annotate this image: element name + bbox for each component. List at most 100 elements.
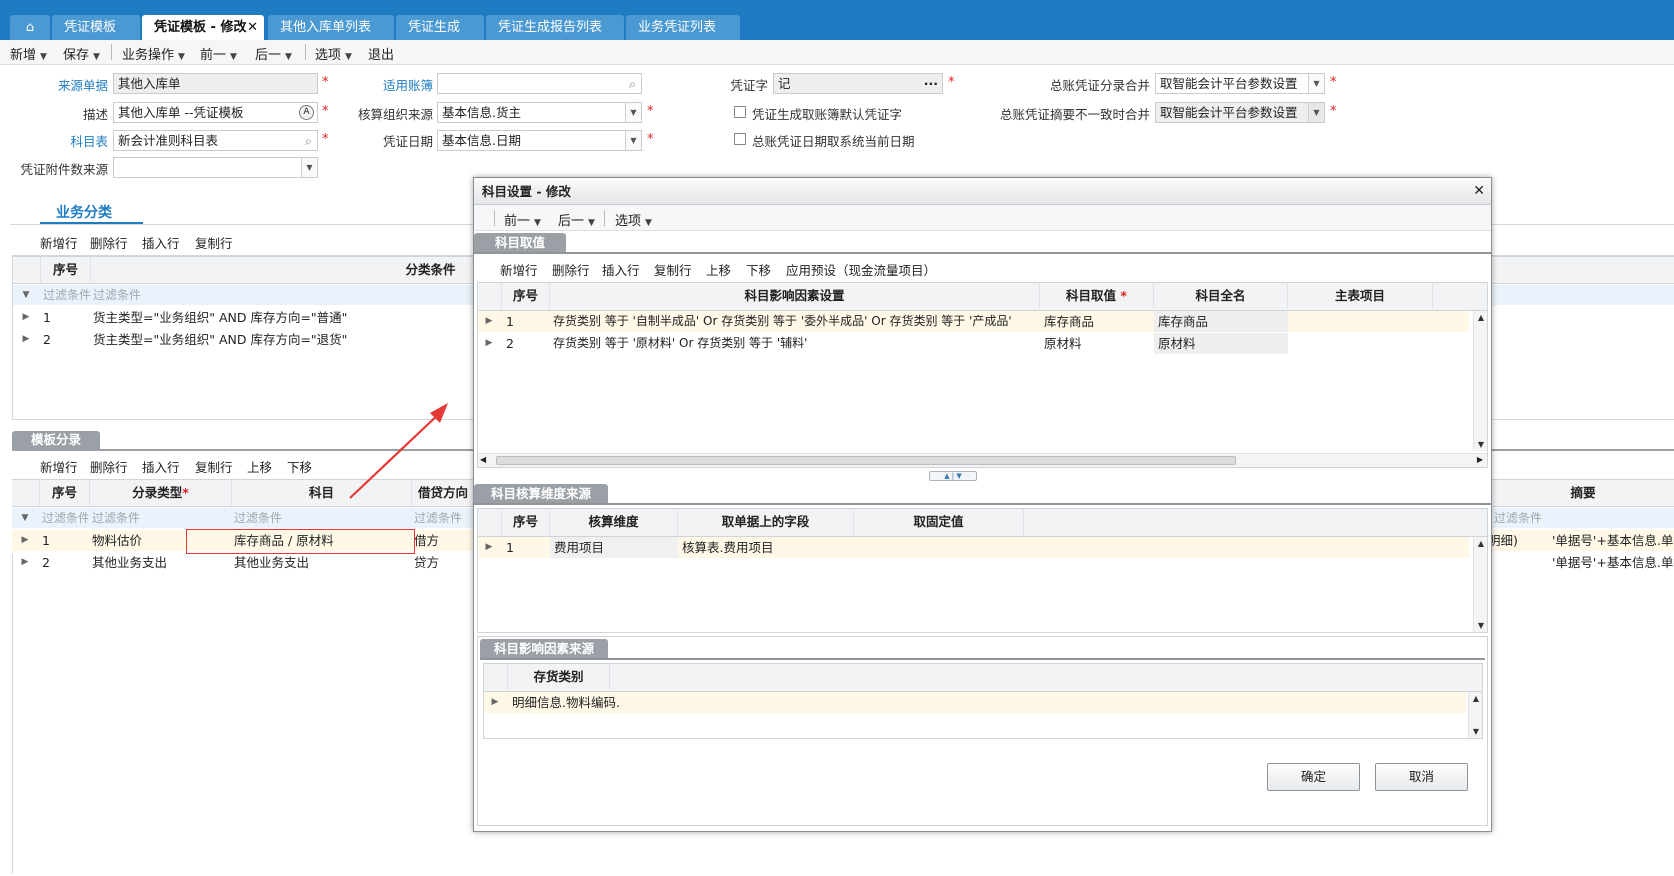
dialog-prev-button[interactable]: 前一 ▼ [504,210,541,229]
row-subject[interactable]: 其他业务支出 [234,552,309,573]
row-factor[interactable]: 存货类别 等于 '自制半成品' Or 存货类别 等于 '委外半成品' Or 存货… [553,311,1040,332]
scroll-down-icon[interactable]: ▼ [1469,727,1483,736]
sec1-move-up-button[interactable]: 上移 [706,260,731,279]
date-select[interactable]: 基本信息.日期 ▼ [437,130,642,151]
chevron-down-icon[interactable]: ▼ [301,158,317,177]
merge-select[interactable]: 取智能会计平台参数设置 ▼ [1155,73,1325,94]
source-doc-label[interactable]: 来源单据 [40,75,108,94]
table-row[interactable]: ▶ 明细信息.物料编码. [484,692,1466,713]
tab-other-inbound-list[interactable]: 其他入库单列表 [268,15,394,40]
row-inventory-category[interactable]: 明细信息.物料编码. [512,692,620,713]
filter-cell[interactable]: 过滤条件 [414,508,462,528]
row-direction[interactable]: 贷方 [414,552,439,573]
splitter-handle[interactable]: ▲ | ▼ [929,471,977,481]
entry-delete-row-button[interactable]: 删除行 [90,457,128,476]
row-entry-type[interactable]: 其他业务支出 [92,552,167,573]
row-entry-type[interactable]: 物料估价 [92,530,142,551]
dialog-next-button[interactable]: 后一 ▼ [558,210,595,229]
row-condition[interactable]: 货主类型="业务组织" AND 库存方向="普通" [93,307,347,328]
book-field[interactable]: ⌕ [437,73,642,94]
business-ops-button[interactable]: 业务操作 ▼ [122,44,185,63]
sec1-vertical-scrollbar[interactable]: ▲ ▼ [1473,311,1487,451]
sec1-add-row-button[interactable]: 新增行 [500,260,538,279]
template-entry-tab[interactable]: 模板分录 [12,431,100,449]
biz-copy-row-button[interactable]: 复制行 [195,233,233,252]
word-field[interactable]: 记 ··· [773,73,943,94]
scroll-down-icon[interactable]: ▼ [1474,621,1488,630]
chevron-down-icon[interactable]: ▼ [625,103,641,122]
sec2-vertical-scrollbar[interactable]: ▲ ▼ [1473,537,1487,632]
ok-button[interactable]: 确定 [1267,763,1360,791]
table-row[interactable]: ▶ 1 存货类别 等于 '自制半成品' Or 存货类别 等于 '委外半成品' O… [478,311,1469,332]
chevron-down-icon[interactable]: ▼ [1308,74,1324,93]
scroll-down-icon[interactable]: ▼ [1474,440,1488,449]
source-doc-field[interactable]: 其他入库单 [113,73,318,94]
entry-add-row-button[interactable]: 新增行 [40,457,78,476]
save-button[interactable]: 保存 ▼ [63,44,100,63]
desc-field[interactable]: 其他入库单 --凭证模板 A [113,102,318,123]
filter-cell[interactable]: 过滤条件 [43,285,91,305]
entry-copy-row-button[interactable]: 复制行 [195,457,233,476]
system-date-checkbox[interactable] [734,133,746,145]
tab-voucher-template-edit[interactable]: 凭证模板 - 修改 ✕ [142,15,264,40]
summary-merge-select[interactable]: 取智能会计平台参数设置 ▼ [1155,102,1325,123]
dimension-source-tab[interactable]: 科目核算维度来源 [474,484,608,503]
biz-category-tab[interactable]: 业务分类 [56,202,112,222]
search-icon[interactable]: ⌕ [305,131,312,150]
tab-voucher-template[interactable]: 凭证模板 [52,15,140,40]
sec1-insert-row-button[interactable]: 插入行 [602,260,640,279]
scroll-thumb[interactable] [496,456,1236,465]
scroll-up-icon[interactable]: ▲ [1474,539,1488,548]
home-tab[interactable]: ⌂ [10,15,50,40]
chart-field[interactable]: 新会计准则科目表 ⌕ [113,130,318,151]
attach-select[interactable]: ▼ [113,157,318,178]
filter-cell[interactable]: 过滤条件 [42,508,88,528]
subject-value-tab[interactable]: 科目取值 [474,233,566,252]
sec1-delete-row-button[interactable]: 删除行 [552,260,590,279]
cancel-button[interactable]: 取消 [1375,763,1468,791]
row-subject-value[interactable]: 原材料 [1044,333,1082,354]
row-condition[interactable]: 货主类型="业务组织" AND 库存方向="退货" [93,329,347,350]
row-doc-field[interactable]: 核算表.费用项目 [682,537,773,558]
table-row[interactable]: ▶ 1 费用项目 核算表.费用项目 [478,537,1469,558]
scroll-up-icon[interactable]: ▲ [1474,313,1488,322]
sec1-apply-preset-button[interactable]: 应用预设（现金流量项目） [786,260,936,279]
entry-move-down-button[interactable]: 下移 [287,457,312,476]
row-summary[interactable]: '单据号'+基本信息.单据 [1552,552,1674,573]
close-icon[interactable]: ✕ [1473,178,1485,205]
next-button[interactable]: 后一 ▼ [255,44,292,63]
sec1-horizontal-scrollbar[interactable]: ◀ ▶ [478,453,1487,467]
close-icon[interactable]: ✕ [247,15,258,40]
entry-move-up-button[interactable]: 上移 [247,457,272,476]
exit-button[interactable]: 退出 [368,44,394,63]
biz-insert-row-button[interactable]: 插入行 [142,233,180,252]
row-summary[interactable]: '单据号'+基本信息.单据 [1552,530,1674,551]
biz-delete-row-button[interactable]: 删除行 [90,233,128,252]
filter-cell[interactable]: 过滤条件 [1494,508,1542,528]
tab-business-voucher-list[interactable]: 业务凭证列表 [626,15,740,40]
sec3-vertical-scrollbar[interactable]: ▲ ▼ [1468,692,1482,738]
filter-cell[interactable]: 过滤条件 [234,508,282,528]
chevron-down-icon[interactable]: ▼ [1308,103,1324,122]
new-button[interactable]: 新增 ▼ [10,44,47,63]
filter-cell[interactable]: 过滤条件 [92,508,140,528]
entry-insert-row-button[interactable]: 插入行 [142,457,180,476]
chevron-down-icon[interactable]: ▼ [625,131,641,150]
row-truncated-cell[interactable]: 明细) [1488,530,1518,551]
default-word-checkbox[interactable] [734,106,746,118]
biz-add-row-button[interactable]: 新增行 [40,233,78,252]
sec1-copy-row-button[interactable]: 复制行 [654,260,692,279]
row-subject-value[interactable]: 库存商品 [1044,311,1094,332]
options-button[interactable]: 选项 ▼ [315,44,352,63]
scroll-left-icon[interactable]: ◀ [480,455,486,464]
scroll-up-icon[interactable]: ▲ [1469,694,1483,703]
prev-button[interactable]: 前一 ▼ [200,44,237,63]
tab-voucher-report-list[interactable]: 凭证生成报告列表 [486,15,624,40]
row-direction[interactable]: 借方 [414,530,439,551]
org-select[interactable]: 基本信息.货主 ▼ [437,102,642,123]
row-factor[interactable]: 存货类别 等于 '原材料' Or 存货类别 等于 '辅料' [553,333,1040,354]
sec1-move-down-button[interactable]: 下移 [746,260,771,279]
chart-label[interactable]: 科目表 [40,131,108,150]
dialog-options-button[interactable]: 选项 ▼ [615,210,652,229]
table-row[interactable]: ▶ 2 存货类别 等于 '原材料' Or 存货类别 等于 '辅料' 原材料 原材… [478,333,1469,354]
